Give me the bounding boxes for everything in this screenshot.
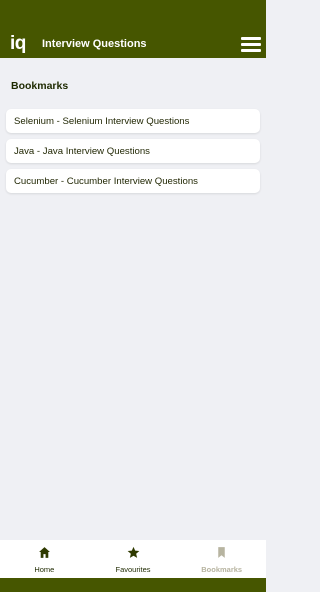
bottom-navigation: Home Favourites Bookmarks [0, 540, 266, 578]
nav-tab-label: Favourites [115, 565, 151, 574]
bookmark-item-java[interactable]: Java - Java Interview Questions [6, 139, 260, 163]
system-nav-strip [0, 578, 266, 592]
nav-tab-label: Bookmarks [201, 565, 243, 574]
bookmark-item-label: Java - Java Interview Questions [14, 145, 150, 157]
bookmark-item-cucumber[interactable]: Cucumber - Cucumber Interview Questions [6, 169, 260, 193]
app-logo: iq [10, 33, 26, 54]
nav-tab-home[interactable]: Home [0, 540, 89, 578]
home-icon [38, 547, 50, 558]
star-icon [127, 546, 139, 558]
bookmark-item-label: Selenium - Selenium Interview Questions [14, 115, 190, 127]
app-bar: iq Interview Questions [0, 0, 266, 58]
nav-tab-label: Home [34, 565, 55, 574]
bookmark-item-label: Cucumber - Cucumber Interview Questions [14, 175, 198, 187]
bookmark-icon [218, 547, 225, 558]
nav-tab-favourites[interactable]: Favourites [89, 540, 178, 578]
bookmark-item-selenium[interactable]: Selenium - Selenium Interview Questions [6, 109, 260, 133]
section-title: Bookmarks [11, 80, 69, 92]
bookmark-list: Selenium - Selenium Interview Questions … [6, 109, 260, 199]
page-title: Interview Questions [42, 38, 147, 50]
hamburger-menu-icon[interactable] [241, 37, 263, 53]
nav-tab-bookmarks[interactable]: Bookmarks [177, 540, 266, 578]
